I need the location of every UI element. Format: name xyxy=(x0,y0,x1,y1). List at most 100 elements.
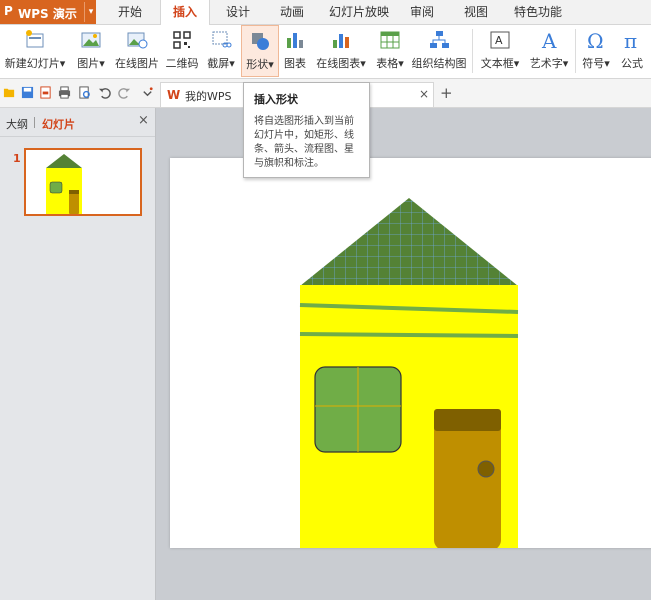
close-icon[interactable]: × xyxy=(138,113,149,128)
door-top-shape[interactable] xyxy=(434,409,501,431)
chevron-down-icon[interactable]: ▾ xyxy=(84,2,97,22)
dropdown-icon: ▾ xyxy=(604,57,610,70)
textbox-icon: A xyxy=(490,31,510,49)
tab-insert[interactable]: 插入 xyxy=(160,0,210,25)
new-slide-label: 新建幻灯片 xyxy=(4,57,60,70)
shape-button[interactable]: 形状▾ xyxy=(241,25,279,77)
slide-editor xyxy=(156,108,651,600)
undo-icon[interactable] xyxy=(98,86,111,99)
tab-special-features[interactable]: 特色功能 xyxy=(510,0,566,24)
close-icon[interactable]: × xyxy=(419,87,429,101)
tab-slideshow[interactable]: 幻灯片放映 xyxy=(326,0,392,24)
tooltip-body: 将自选图形插入到当前幻灯片中，如矩形、线条、箭头、流程图、星与旗帜和标注。 xyxy=(254,116,354,169)
doc-tab-label: 我的WPS xyxy=(185,90,232,103)
dropdown-icon: ▾ xyxy=(513,57,520,70)
dropdown-icon: ▾ xyxy=(398,57,404,70)
print-preview-icon[interactable] xyxy=(78,86,91,99)
svg-text:A: A xyxy=(495,34,503,47)
table-button[interactable]: 表格▾ xyxy=(372,25,408,77)
door-knob[interactable] xyxy=(477,460,495,478)
slides-panel: 大纲 幻灯片 × 1 xyxy=(0,108,156,600)
picture-icon xyxy=(81,32,101,48)
tab-outline[interactable]: 大纲 xyxy=(6,116,28,132)
dropdown-icon: ▾ xyxy=(268,58,274,71)
tab-slides[interactable]: 幻灯片 xyxy=(42,116,75,132)
dropdown-icon: ▾ xyxy=(59,57,66,70)
svg-text:π: π xyxy=(624,29,637,52)
panel-tabs: 大纲 幻灯片 × xyxy=(0,108,155,137)
qrcode-button[interactable]: 二维码 xyxy=(164,25,200,77)
screenshot-label: 截屏 xyxy=(207,57,230,70)
wordart-button[interactable]: A 艺术字▾ xyxy=(526,25,572,77)
slide-thumbnail[interactable] xyxy=(24,148,142,216)
wps-w-icon: W xyxy=(167,88,181,102)
print-icon[interactable] xyxy=(58,86,71,99)
svg-text:Ω: Ω xyxy=(587,29,604,52)
ribbon-separator xyxy=(575,29,576,73)
tab-animation[interactable]: 动画 xyxy=(272,0,312,24)
export-pdf-icon[interactable] xyxy=(39,86,52,99)
screenshot-icon xyxy=(212,31,232,48)
org-chart-icon xyxy=(430,31,449,48)
svg-text:A: A xyxy=(541,29,557,52)
table-label: 表格 xyxy=(376,57,399,70)
dropdown-icon: ▾ xyxy=(360,57,366,70)
house-illustration xyxy=(299,198,519,550)
wordart-label: 艺术字 xyxy=(529,57,563,70)
picture-button[interactable]: 图片▾ xyxy=(72,25,110,77)
textbox-button[interactable]: A 文本框▾ xyxy=(476,25,524,77)
app-menu-button[interactable]: P WPS 演示 ▾ xyxy=(0,0,96,24)
symbol-button[interactable]: Ω 符号▾ xyxy=(578,25,614,77)
stripe-line[interactable] xyxy=(299,332,519,338)
qrcode-label: 二维码 xyxy=(165,57,199,70)
chart-label: 图表 xyxy=(284,57,306,70)
app-name: WPS 演示 xyxy=(18,7,77,21)
new-slide-icon xyxy=(26,30,44,48)
tooltip-title: 插入形状 xyxy=(254,93,298,106)
org-chart-button[interactable]: 组织结构图 xyxy=(410,25,468,77)
chart-button[interactable]: 图表 xyxy=(281,25,309,77)
tab-home[interactable]: 开始 xyxy=(110,0,150,24)
symbol-label: 符号 xyxy=(582,57,605,70)
redo-icon[interactable] xyxy=(118,86,131,99)
qrcode-icon xyxy=(173,31,191,49)
save-icon[interactable] xyxy=(21,86,34,99)
shape-tooltip: 插入形状 将自选图形插入到当前幻灯片中，如矩形、线条、箭头、流程图、星与旗帜和标… xyxy=(243,82,370,178)
dropdown-icon: ▾ xyxy=(229,57,235,70)
roof-shape[interactable] xyxy=(300,198,518,286)
ribbon-separator xyxy=(472,29,473,73)
tab-view[interactable]: 视图 xyxy=(456,0,496,24)
omega-icon: Ω xyxy=(587,29,604,52)
online-chart-label: 在线图表 xyxy=(316,57,361,70)
shape-label: 形状 xyxy=(246,58,269,71)
open-folder-icon[interactable] xyxy=(3,86,16,99)
pi-icon: π xyxy=(624,29,637,52)
tab-divider xyxy=(34,117,35,128)
org-chart-label: 组织结构图 xyxy=(411,57,467,70)
customize-icon[interactable] xyxy=(141,86,154,99)
slide-number: 1 xyxy=(13,152,21,165)
formula-label: 公式 xyxy=(621,57,643,70)
online-chart-button[interactable]: 在线图表▾ xyxy=(312,25,370,77)
dropdown-icon: ▾ xyxy=(99,57,105,70)
online-chart-icon xyxy=(333,34,349,48)
shape-icon xyxy=(252,33,269,50)
online-picture-icon xyxy=(127,32,148,49)
tab-review[interactable]: 审阅 xyxy=(402,0,442,24)
online-picture-label: 在线图片 xyxy=(115,57,159,70)
formula-button[interactable]: π 公式 xyxy=(616,25,648,77)
add-tab-icon[interactable]: + xyxy=(440,84,453,102)
table-icon xyxy=(380,31,400,49)
textbox-label: 文本框 xyxy=(480,57,514,70)
new-slide-button[interactable]: 新建幻灯片▾ xyxy=(2,25,68,77)
house-thumbnail-image xyxy=(46,154,82,214)
wordart-icon: A xyxy=(541,29,557,52)
tab-design[interactable]: 设计 xyxy=(218,0,258,24)
ribbon-toolbar: 新建幻灯片▾ 图片▾ 在线图片 二维码 截屏▾ 形状▾ 图表 在线图表▾ 表格▾… xyxy=(0,25,651,79)
slide-canvas[interactable] xyxy=(170,158,651,550)
screenshot-button[interactable]: 截屏▾ xyxy=(202,25,240,77)
online-picture-button[interactable]: 在线图片 xyxy=(112,25,162,77)
wps-logo-icon: P xyxy=(4,4,13,18)
picture-label: 图片 xyxy=(77,57,100,70)
menu-bar: P WPS 演示 ▾ 开始 插入 设计 动画 幻灯片放映 审阅 视图 特色功能 xyxy=(0,0,651,25)
